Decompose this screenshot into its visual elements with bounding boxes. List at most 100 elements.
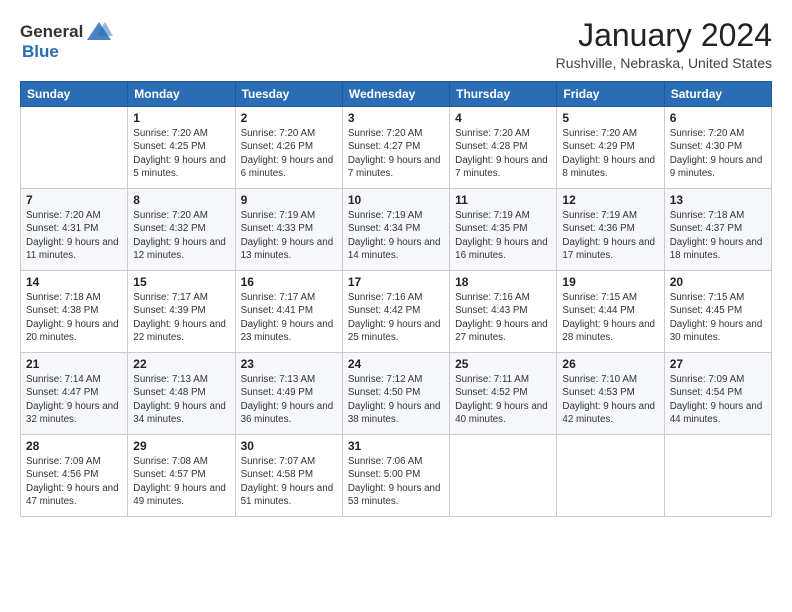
calendar-week-row: 7 Sunrise: 7:20 AMSunset: 4:31 PMDaylight…: [21, 189, 772, 271]
table-row: [664, 435, 771, 517]
day-info: Sunrise: 7:06 AMSunset: 5:00 PMDaylight:…: [348, 455, 444, 508]
table-row: 20Sunrise: 7:15 AMSunset: 4:45 PMDayligh…: [664, 271, 771, 353]
day-number: 29: [133, 439, 229, 453]
day-number: 23: [241, 357, 337, 371]
month-title: January 2024: [556, 18, 772, 53]
table-row: 25 Sunrise: 7:11 AMSunset: 4:52 PMDayligh…: [450, 353, 557, 435]
day-number: 10: [348, 193, 444, 207]
table-row: 22 Sunrise: 7:13 AMSunset: 4:48 PMDayligh…: [128, 353, 235, 435]
table-row: 11Sunrise: 7:19 AMSunset: 4:35 PMDayligh…: [450, 189, 557, 271]
day-info: Sunrise: 7:15 AMSunset: 4:44 PMDaylight:…: [562, 291, 658, 344]
day-number: 17: [348, 275, 444, 289]
day-info: Sunrise: 7:08 AMSunset: 4:57 PMDaylight:…: [133, 455, 229, 508]
day-info: Sunrise: 7:20 AMSunset: 4:28 PMDaylight:…: [455, 127, 551, 180]
day-number: 27: [670, 357, 766, 371]
logo-icon: [85, 18, 113, 46]
day-info: Sunrise: 7:14 AMSunset: 4:47 PMDaylight:…: [26, 373, 122, 426]
day-number: 4: [455, 111, 551, 125]
day-info: Sunrise: 7:17 AMSunset: 4:39 PMDaylight:…: [133, 291, 229, 344]
day-number: 13: [670, 193, 766, 207]
day-info: Sunrise: 7:16 AMSunset: 4:42 PMDaylight:…: [348, 291, 444, 344]
table-row: [450, 435, 557, 517]
table-row: 26Sunrise: 7:10 AMSunset: 4:53 PMDayligh…: [557, 353, 664, 435]
table-row: 15 Sunrise: 7:17 AMSunset: 4:39 PMDayligh…: [128, 271, 235, 353]
day-number: 15: [133, 275, 229, 289]
logo-general-text: General: [20, 22, 83, 42]
day-info: Sunrise: 7:19 AMSunset: 4:33 PMDaylight:…: [241, 209, 337, 262]
table-row: 28Sunrise: 7:09 AMSunset: 4:56 PMDayligh…: [21, 435, 128, 517]
table-row: 14 Sunrise: 7:18 AMSunset: 4:38 PMDayligh…: [21, 271, 128, 353]
table-row: 4 Sunrise: 7:20 AMSunset: 4:28 PMDaylight…: [450, 107, 557, 189]
day-number: 24: [348, 357, 444, 371]
day-info: Sunrise: 7:20 AMSunset: 4:26 PMDaylight:…: [241, 127, 337, 180]
day-info: Sunrise: 7:20 AMSunset: 4:30 PMDaylight:…: [670, 127, 766, 180]
table-row: 7 Sunrise: 7:20 AMSunset: 4:31 PMDaylight…: [21, 189, 128, 271]
day-info: Sunrise: 7:20 AMSunset: 4:25 PMDaylight:…: [133, 127, 229, 180]
day-info: Sunrise: 7:18 AMSunset: 4:38 PMDaylight:…: [26, 291, 122, 344]
table-row: 13 Sunrise: 7:18 AMSunset: 4:37 PMDayligh…: [664, 189, 771, 271]
calendar-page: General Blue January 2024 Rushville, Neb…: [0, 0, 792, 612]
day-number: 12: [562, 193, 658, 207]
header-wednesday: Wednesday: [342, 82, 449, 107]
day-info: Sunrise: 7:17 AMSunset: 4:41 PMDaylight:…: [241, 291, 337, 344]
day-info: Sunrise: 7:09 AMSunset: 4:56 PMDaylight:…: [26, 455, 122, 508]
day-number: 1: [133, 111, 229, 125]
day-number: 14: [26, 275, 122, 289]
day-info: Sunrise: 7:20 AMSunset: 4:27 PMDaylight:…: [348, 127, 444, 180]
day-number: 6: [670, 111, 766, 125]
table-row: 31 Sunrise: 7:06 AMSunset: 5:00 PMDayligh…: [342, 435, 449, 517]
header-saturday: Saturday: [664, 82, 771, 107]
location: Rushville, Nebraska, United States: [556, 55, 772, 71]
day-info: Sunrise: 7:20 AMSunset: 4:32 PMDaylight:…: [133, 209, 229, 262]
table-row: 23Sunrise: 7:13 AMSunset: 4:49 PMDayligh…: [235, 353, 342, 435]
day-number: 7: [26, 193, 122, 207]
header-monday: Monday: [128, 82, 235, 107]
header-friday: Friday: [557, 82, 664, 107]
table-row: 9 Sunrise: 7:19 AMSunset: 4:33 PMDaylight…: [235, 189, 342, 271]
header: General Blue January 2024 Rushville, Neb…: [20, 18, 772, 71]
calendar-week-row: 1 Sunrise: 7:20 AMSunset: 4:25 PMDaylight…: [21, 107, 772, 189]
day-number: 11: [455, 193, 551, 207]
day-info: Sunrise: 7:16 AMSunset: 4:43 PMDaylight:…: [455, 291, 551, 344]
day-info: Sunrise: 7:11 AMSunset: 4:52 PMDaylight:…: [455, 373, 551, 426]
table-row: 17 Sunrise: 7:16 AMSunset: 4:42 PMDayligh…: [342, 271, 449, 353]
header-thursday: Thursday: [450, 82, 557, 107]
day-number: 8: [133, 193, 229, 207]
day-number: 3: [348, 111, 444, 125]
day-number: 18: [455, 275, 551, 289]
table-row: [557, 435, 664, 517]
table-row: 30Sunrise: 7:07 AMSunset: 4:58 PMDayligh…: [235, 435, 342, 517]
table-row: 21Sunrise: 7:14 AMSunset: 4:47 PMDayligh…: [21, 353, 128, 435]
calendar-table: Sunday Monday Tuesday Wednesday Thursday…: [20, 81, 772, 517]
day-info: Sunrise: 7:07 AMSunset: 4:58 PMDaylight:…: [241, 455, 337, 508]
day-info: Sunrise: 7:20 AMSunset: 4:31 PMDaylight:…: [26, 209, 122, 262]
day-info: Sunrise: 7:18 AMSunset: 4:37 PMDaylight:…: [670, 209, 766, 262]
table-row: 8 Sunrise: 7:20 AMSunset: 4:32 PMDaylight…: [128, 189, 235, 271]
calendar-week-row: 28Sunrise: 7:09 AMSunset: 4:56 PMDayligh…: [21, 435, 772, 517]
day-info: Sunrise: 7:09 AMSunset: 4:54 PMDaylight:…: [670, 373, 766, 426]
table-row: 5Sunrise: 7:20 AMSunset: 4:29 PMDaylight…: [557, 107, 664, 189]
day-number: 16: [241, 275, 337, 289]
calendar-week-row: 21Sunrise: 7:14 AMSunset: 4:47 PMDayligh…: [21, 353, 772, 435]
calendar-week-row: 14 Sunrise: 7:18 AMSunset: 4:38 PMDayligh…: [21, 271, 772, 353]
logo-blue-text: Blue: [22, 42, 59, 62]
table-row: 10 Sunrise: 7:19 AMSunset: 4:34 PMDayligh…: [342, 189, 449, 271]
day-number: 31: [348, 439, 444, 453]
day-info: Sunrise: 7:13 AMSunset: 4:48 PMDaylight:…: [133, 373, 229, 426]
day-info: Sunrise: 7:19 AMSunset: 4:34 PMDaylight:…: [348, 209, 444, 262]
day-number: 2: [241, 111, 337, 125]
table-row: 2 Sunrise: 7:20 AMSunset: 4:26 PMDaylight…: [235, 107, 342, 189]
day-number: 25: [455, 357, 551, 371]
table-row: [21, 107, 128, 189]
day-number: 22: [133, 357, 229, 371]
day-number: 5: [562, 111, 658, 125]
day-number: 9: [241, 193, 337, 207]
day-info: Sunrise: 7:10 AMSunset: 4:53 PMDaylight:…: [562, 373, 658, 426]
table-row: 24Sunrise: 7:12 AMSunset: 4:50 PMDayligh…: [342, 353, 449, 435]
table-row: 12Sunrise: 7:19 AMSunset: 4:36 PMDayligh…: [557, 189, 664, 271]
table-row: 29 Sunrise: 7:08 AMSunset: 4:57 PMDayligh…: [128, 435, 235, 517]
table-row: 19Sunrise: 7:15 AMSunset: 4:44 PMDayligh…: [557, 271, 664, 353]
table-row: 3 Sunrise: 7:20 AMSunset: 4:27 PMDaylight…: [342, 107, 449, 189]
day-number: 20: [670, 275, 766, 289]
table-row: 16 Sunrise: 7:17 AMSunset: 4:41 PMDayligh…: [235, 271, 342, 353]
